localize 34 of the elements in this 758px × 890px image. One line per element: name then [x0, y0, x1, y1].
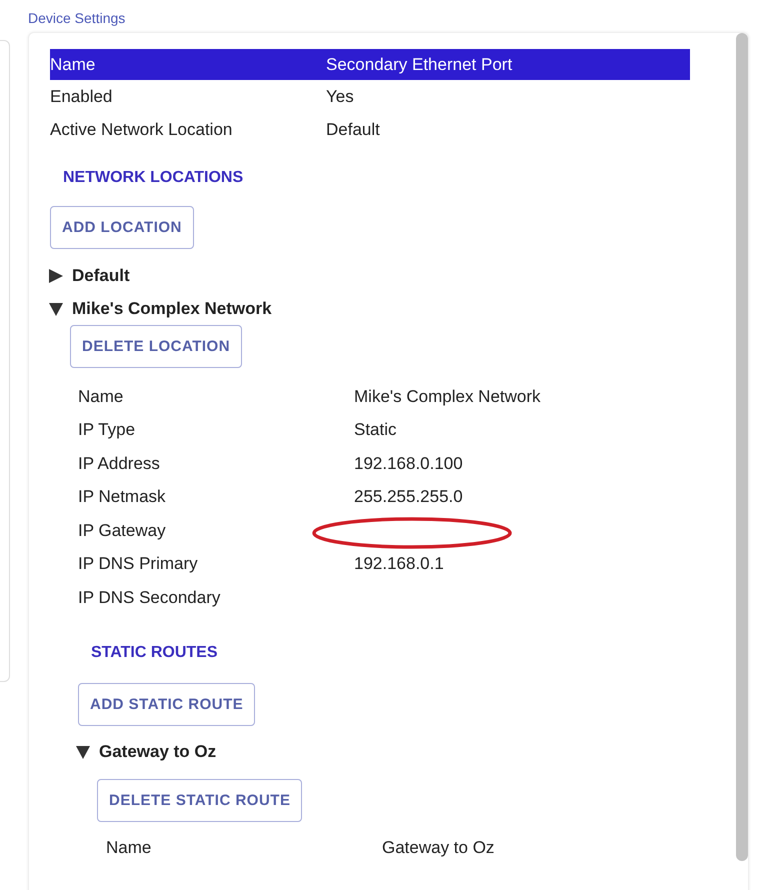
route-name[interactable]: Gateway to Oz	[99, 742, 216, 762]
page-title: Device Settings	[27, 9, 126, 28]
header-label: Name	[50, 54, 96, 74]
property-label: IP Gateway	[78, 520, 167, 541]
property-label: Name	[106, 838, 152, 858]
scrollbar-thumb[interactable]	[736, 33, 748, 861]
property-label: IP Address	[78, 454, 161, 474]
property-value: Static	[354, 420, 397, 440]
property-value: Mike's Complex Network	[354, 386, 541, 406]
header-value: Secondary Ethernet Port	[326, 54, 514, 74]
caret-icon[interactable]	[48, 268, 64, 284]
property-label: IP DNS Secondary	[78, 588, 222, 608]
add-location-button[interactable]: ADD LOCATION	[50, 206, 194, 249]
property-value: 192.168.0.100	[354, 454, 463, 473]
delete-location-button[interactable]: DELETE LOCATION	[70, 325, 242, 368]
property-value: Default	[326, 120, 381, 140]
property-value: Yes	[326, 86, 355, 106]
property-label: Name	[78, 386, 124, 407]
caret-icon[interactable]	[75, 744, 91, 760]
property-value: 192.168.0.1	[354, 554, 444, 574]
property-label: Active Network Location	[50, 120, 234, 140]
section-heading: NETWORK LOCATIONS	[63, 169, 244, 187]
location-name[interactable]: Mike's Complex Network	[72, 298, 272, 318]
property-label: IP Type	[78, 420, 136, 440]
section-heading: STATIC ROUTES	[91, 644, 219, 662]
property-label: IP DNS Primary	[78, 554, 199, 574]
add-static-route-button[interactable]: ADD STATIC ROUTE	[78, 682, 256, 726]
delete-static-route-button[interactable]: DELETE STATIC ROUTE	[97, 778, 302, 822]
caret-icon[interactable]	[48, 300, 64, 316]
property-label: Enabled	[50, 86, 114, 106]
location-name[interactable]: Default	[72, 266, 130, 286]
property-label: IP Netmask	[78, 487, 167, 508]
property-value: 255.255.255.0	[354, 487, 463, 506]
property-value: Gateway to Oz	[382, 838, 494, 858]
